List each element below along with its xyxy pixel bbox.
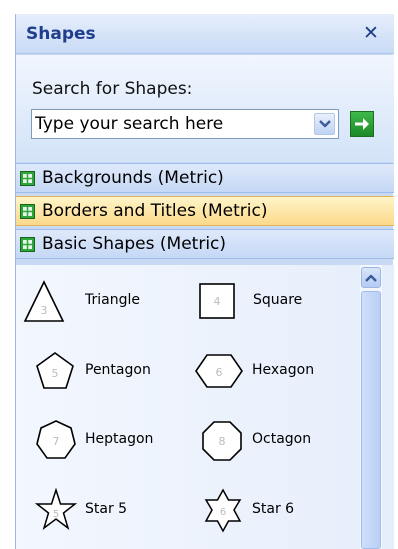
close-button[interactable]: ✕ <box>360 21 382 45</box>
shape-star-5[interactable]: 5 Star 5 <box>33 488 183 534</box>
search-combobox[interactable] <box>31 109 339 139</box>
category-borders-and-titles[interactable]: Borders and Titles (Metric) <box>16 196 394 226</box>
svg-text:8: 8 <box>219 435 226 448</box>
scroll-thumb[interactable] <box>361 291 381 549</box>
shapes-list: 3 Triangle 4 Square 5 Pentagon 6 Hexagon… <box>16 265 394 549</box>
arrow-right-icon <box>355 118 369 130</box>
square-icon: 4 <box>199 283 235 319</box>
shape-label: Star 6 <box>252 501 295 517</box>
shapes-task-pane: Shapes ✕ Search for Shapes: Backgrounds <box>15 14 394 549</box>
heptagon-icon: 7 <box>36 420 76 459</box>
search-label: Search for Shapes: <box>32 79 193 99</box>
shape-square[interactable]: 4 Square <box>196 279 336 325</box>
scroll-up-button[interactable] <box>361 267 381 288</box>
shape-label: Octagon <box>252 431 312 447</box>
shapes-scrollbar[interactable] <box>360 265 382 549</box>
shape-star-6[interactable]: 6 Star 6 <box>200 488 350 534</box>
shape-label: Hexagon <box>252 362 315 378</box>
chevron-up-icon <box>365 274 377 282</box>
pane-header: Shapes ✕ <box>16 14 394 54</box>
hexagon-icon: 6 <box>195 354 243 388</box>
svg-text:6: 6 <box>220 507 226 518</box>
search-section: Search for Shapes: <box>16 55 394 162</box>
svg-text:7: 7 <box>53 435 60 448</box>
stencil-grid-icon <box>20 171 35 186</box>
category-label: Backgrounds (Metric) <box>42 168 224 188</box>
octagon-icon: 8 <box>202 421 242 461</box>
search-go-button[interactable] <box>350 111 374 137</box>
star-5-icon: 5 <box>34 488 78 530</box>
svg-text:4: 4 <box>214 295 221 308</box>
shape-label: Square <box>253 292 303 308</box>
pane-title: Shapes <box>26 24 96 44</box>
svg-text:6: 6 <box>216 366 223 379</box>
stencil-grid-icon <box>20 237 35 252</box>
star-6-icon: 6 <box>204 488 242 533</box>
category-label: Borders and Titles (Metric) <box>42 201 268 221</box>
shape-hexagon[interactable]: 6 Hexagon <box>194 349 344 395</box>
shape-pentagon[interactable]: 5 Pentagon <box>33 349 193 395</box>
shape-triangle[interactable]: 3 Triangle <box>22 279 192 325</box>
category-basic-shapes[interactable]: Basic Shapes (Metric) <box>16 229 394 259</box>
search-dropdown-button[interactable] <box>314 113 335 135</box>
stencil-grid-icon <box>20 204 35 219</box>
shape-label: Heptagon <box>85 431 154 447</box>
shape-label: Star 5 <box>85 501 128 517</box>
svg-text:5: 5 <box>52 367 59 380</box>
shape-heptagon[interactable]: 7 Heptagon <box>33 418 193 464</box>
category-backgrounds[interactable]: Backgrounds (Metric) <box>16 163 394 193</box>
triangle-icon: 3 <box>23 280 65 322</box>
chevron-down-icon <box>318 120 331 128</box>
search-input[interactable] <box>32 110 302 138</box>
shape-label: Triangle <box>85 292 140 308</box>
pentagon-icon: 5 <box>36 352 74 389</box>
shape-octagon[interactable]: 8 Octagon <box>200 418 350 464</box>
svg-text:3: 3 <box>41 304 48 317</box>
category-label: Basic Shapes (Metric) <box>42 234 227 254</box>
shape-label: Pentagon <box>85 362 151 378</box>
svg-text:5: 5 <box>53 509 59 520</box>
